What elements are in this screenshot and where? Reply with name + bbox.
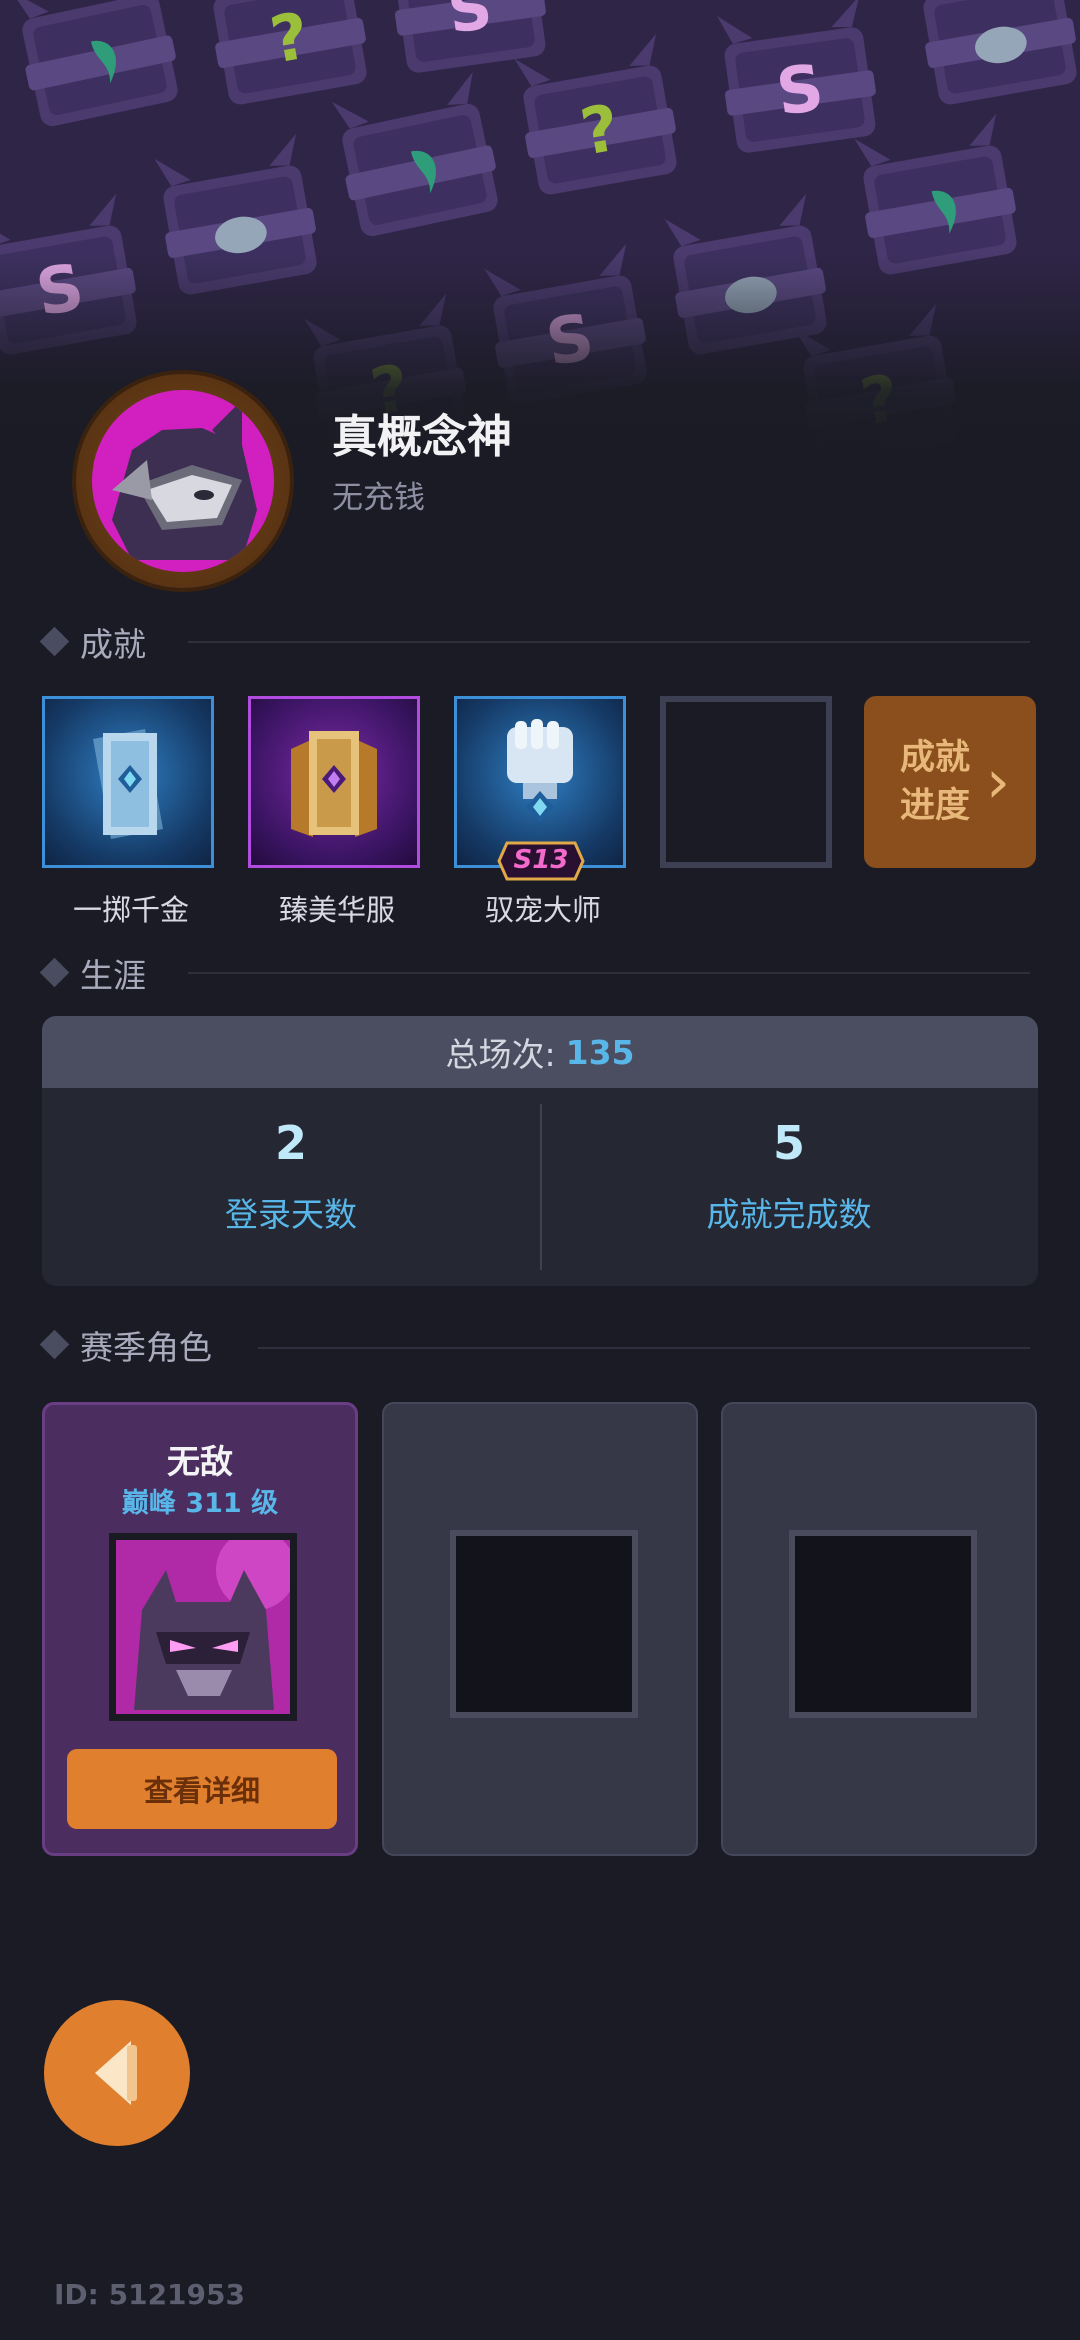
player-nickname: 真概念神	[332, 410, 513, 463]
achievement-progress-label: 成就进度	[899, 738, 970, 826]
achievement-name: 臻美华服	[278, 893, 395, 927]
section-header-season-roles: 赛季角色	[39, 1320, 212, 1370]
back-arrow-icon	[95, 2041, 137, 2105]
role-portrait	[109, 1533, 297, 1721]
back-button[interactable]	[44, 2000, 190, 2146]
card-stack-blue-icon	[93, 729, 163, 839]
achievement-name: 驭宠大师	[484, 893, 601, 927]
stat-value: 2	[274, 1116, 307, 1170]
chevron-right-icon: ›	[986, 747, 1010, 817]
diamond-icon	[39, 626, 70, 657]
section-header-career: 生涯	[39, 948, 146, 998]
avatar-portrait	[92, 390, 274, 572]
career-panel: 总场次: 135 2 登录天数 5 成就完成数	[42, 1016, 1038, 1286]
card-stack-gold-icon	[291, 731, 377, 837]
achievement-progress-button[interactable]: 成就进度 ›	[864, 696, 1036, 868]
season-badge-text: S13	[513, 845, 569, 875]
achievement-badge-2[interactable]: 臻美华服	[248, 696, 420, 927]
diamond-icon	[39, 957, 70, 988]
stat-label: 登录天数	[225, 1195, 357, 1234]
section-title: 赛季角色	[80, 1328, 212, 1367]
total-matches-bar: 总场次: 135	[42, 1016, 1038, 1088]
achievement-badge-1[interactable]: 一掷千金	[42, 696, 214, 927]
stat-value: 5	[772, 1116, 805, 1170]
achievement-name: 一掷千金	[72, 893, 189, 927]
total-matches-label: 总场次:	[445, 1035, 556, 1074]
view-details-button[interactable]: 查看详细	[67, 1749, 337, 1829]
season-role-empty-card	[382, 1402, 698, 1856]
achievement-badge-3[interactable]: S13 驭宠大师	[454, 696, 626, 927]
stat-achievements-completed: 5 成就完成数	[540, 1088, 1038, 1286]
season-role-empty-card	[721, 1402, 1037, 1856]
section-divider	[258, 1347, 1030, 1349]
stat-label: 成就完成数	[706, 1195, 872, 1234]
section-divider	[188, 972, 1030, 974]
season-badge: S13	[497, 841, 585, 881]
role-name: 无敌	[167, 1442, 233, 1481]
avatar[interactable]	[76, 374, 290, 588]
achievement-empty-slot	[660, 696, 832, 868]
season-role-card[interactable]: 无敌 巅峰 311 级 查看详细	[42, 1402, 358, 1856]
stat-login-days: 2 登录天数	[42, 1088, 540, 1286]
total-matches-value: 135	[565, 1032, 635, 1072]
empty-role-slot	[450, 1530, 638, 1718]
section-title: 成就	[80, 625, 146, 664]
role-level: 巅峰 311 级	[121, 1488, 279, 1519]
diamond-icon	[39, 1329, 70, 1360]
player-subtitle: 无充钱	[332, 480, 425, 516]
section-title: 生涯	[80, 956, 146, 995]
section-divider	[188, 641, 1030, 643]
player-id: ID: 5121953	[54, 2278, 245, 2311]
section-header-achievements: 成就	[39, 617, 146, 667]
empty-role-slot	[789, 1530, 977, 1718]
